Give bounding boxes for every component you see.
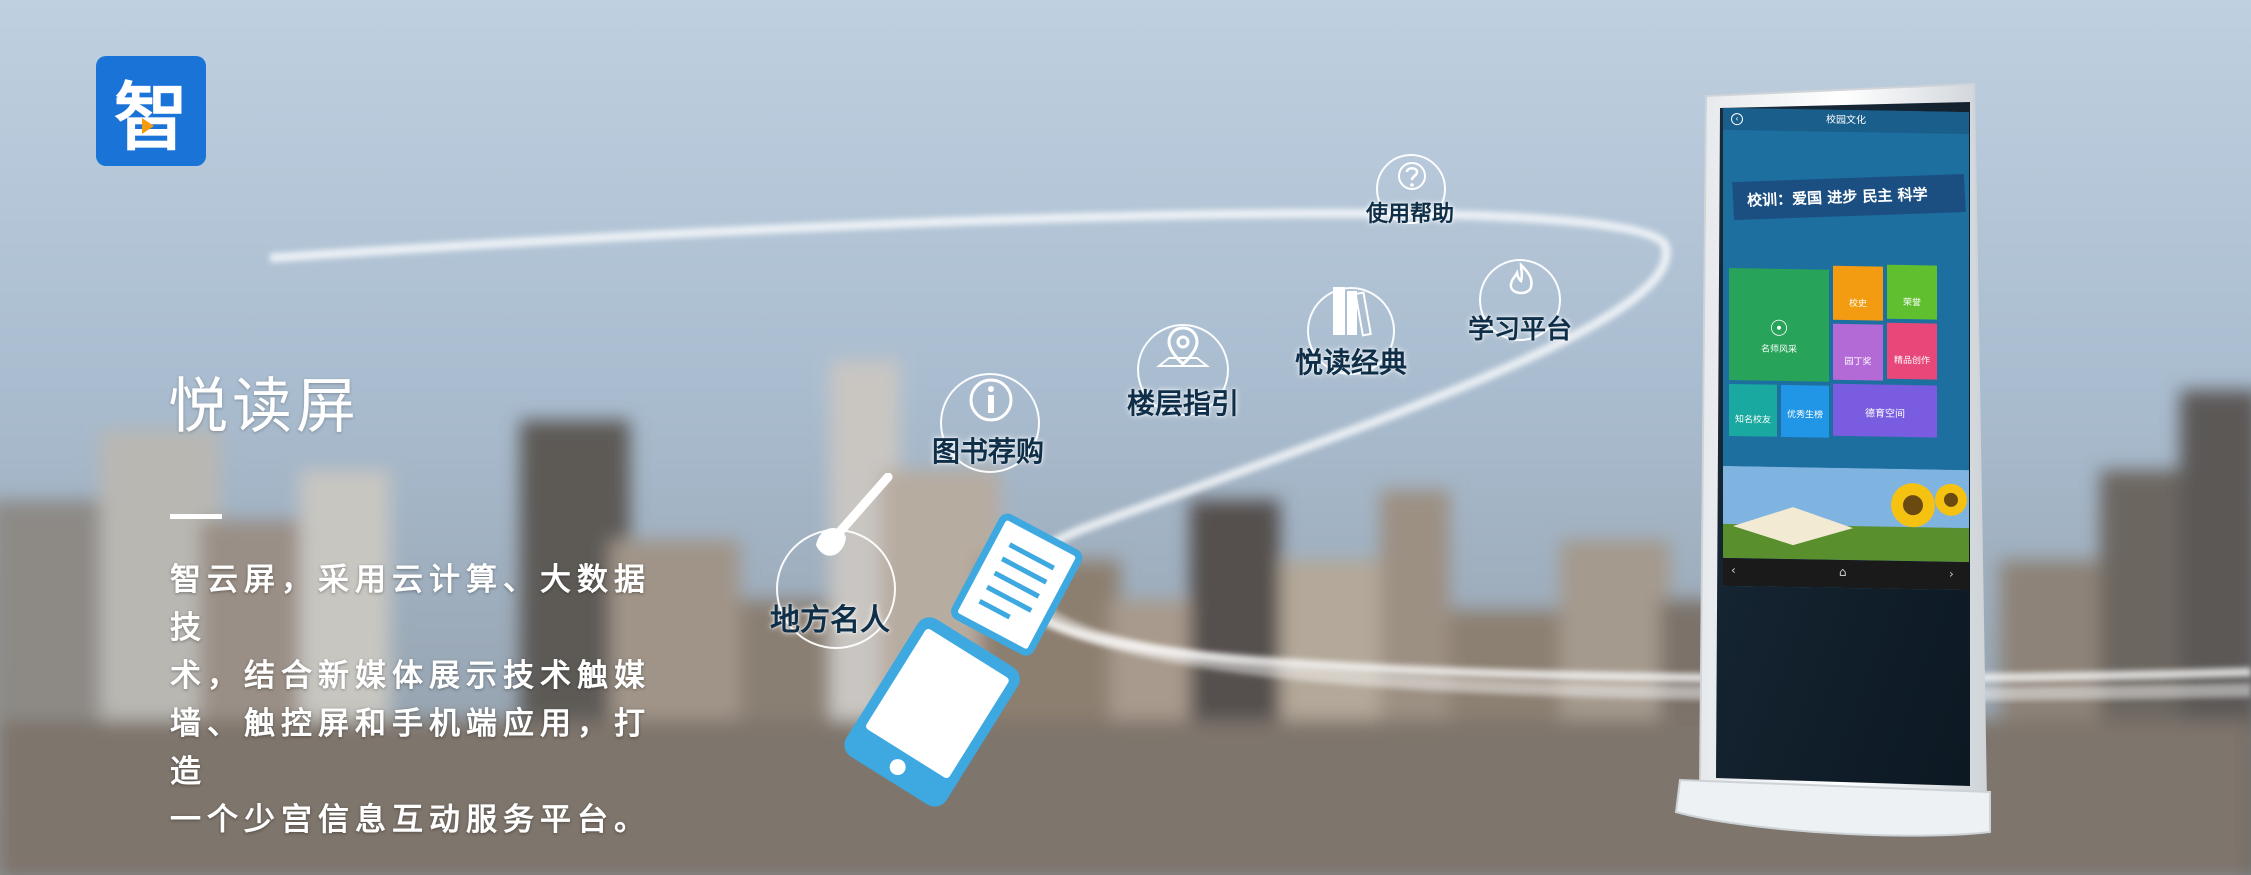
kiosk-tile[interactable]: ☉ 名师风采 (1729, 267, 1829, 382)
feature-floor-guide[interactable]: 楼层指引 (1127, 320, 1239, 420)
kiosk-screen: ‹ 校园文化 校训：爱国 进步 民主 科学 ☉ 名师风采 校史 荣誉 园丁奖 精… (1723, 107, 1969, 591)
feature-local-celebrities[interactable]: 地方名人 (770, 473, 902, 655)
home-icon[interactable]: ⌂ (1839, 565, 1847, 579)
feature-label: 悦读经典 (1295, 346, 1408, 379)
tile-label: 优秀生榜 (1786, 409, 1823, 421)
title-divider (170, 514, 222, 519)
feature-book-recommend[interactable]: 图书荐购 (932, 368, 1045, 478)
chevron-left-icon[interactable]: ‹ (1731, 563, 1736, 577)
tile-label: 园丁奖 (1844, 356, 1872, 368)
description-line: 术，结合新媒体展示技术触媒 (170, 658, 651, 694)
sunflower-book-photo (1723, 465, 1969, 563)
map-pin-icon (1156, 326, 1210, 367)
description-line: 智云屏，采用云计算、大数据技 (170, 562, 651, 646)
tile-label: 名师风采 (1760, 344, 1797, 356)
feature-label: 地方名人 (770, 603, 890, 638)
kiosk-tile[interactable]: 优秀生榜 (1781, 384, 1829, 438)
kiosk-header-title: 校园文化 (1826, 114, 1866, 127)
logo: 智 (96, 56, 206, 166)
kiosk-tile[interactable]: 荣誉 (1887, 264, 1937, 320)
play-triangle-icon (142, 118, 154, 134)
kiosk-tile[interactable]: 德育空间 (1833, 383, 1937, 438)
tile-label: 校史 (1848, 299, 1867, 310)
kiosk-nav-bar: ‹ ⌂ › (1723, 557, 1969, 591)
feature-label: 学习平台 (1468, 315, 1573, 345)
tile-label: 荣誉 (1902, 297, 1921, 309)
feature-label: 使用帮助 (1366, 202, 1455, 227)
tile-label: 精品创作 (1893, 355, 1930, 367)
hero-description: 智云屏，采用云计算、大数据技 术，结合新媒体展示技术触媒 墙、触控屏和手机端应用… (170, 556, 670, 844)
logo-char: 智 (114, 74, 188, 161)
description-line: 墙、触控屏和手机端应用，打造 (170, 706, 651, 790)
kiosk-tile[interactable]: 知名校友 (1729, 383, 1777, 437)
question-icon (1398, 162, 1426, 190)
pen-nib-icon (816, 473, 893, 556)
kiosk-header: ‹ 校园文化 (1723, 107, 1969, 135)
info-icon (969, 378, 1013, 422)
kiosk-tile[interactable]: 校史 (1833, 265, 1883, 321)
banner: 智 悦读屏 智云屏，采用云计算、大数据技 术，结合新媒体展示技术触媒 墙、触控屏… (0, 0, 2251, 875)
feature-help[interactable]: 使用帮助 (1366, 150, 1454, 228)
kiosk-motto: 校训：爱国 进步 民主 科学 (1732, 174, 1966, 221)
back-icon[interactable]: ‹ (1731, 112, 1743, 126)
feature-learning-platform[interactable]: 学习平台 (1468, 255, 1572, 345)
feature-classic-reading[interactable]: 悦读经典 (1295, 283, 1407, 379)
feature-label: 图书荐购 (932, 435, 1045, 468)
feature-label: 楼层指引 (1127, 387, 1240, 420)
kiosk-tile[interactable]: 精品创作 (1887, 322, 1937, 380)
books-icon (1333, 287, 1372, 337)
description-line: 一个少宫信息互动服务平台。 (170, 802, 651, 838)
kiosk-tile[interactable]: 园丁奖 (1833, 323, 1883, 381)
tile-label: 知名校友 (1734, 415, 1771, 426)
tile-label: 德育空间 (1865, 408, 1905, 421)
flame-icon (1509, 261, 1533, 295)
hero-title: 悦读屏 (168, 372, 360, 442)
chevron-right-icon[interactable]: › (1949, 567, 1954, 581)
